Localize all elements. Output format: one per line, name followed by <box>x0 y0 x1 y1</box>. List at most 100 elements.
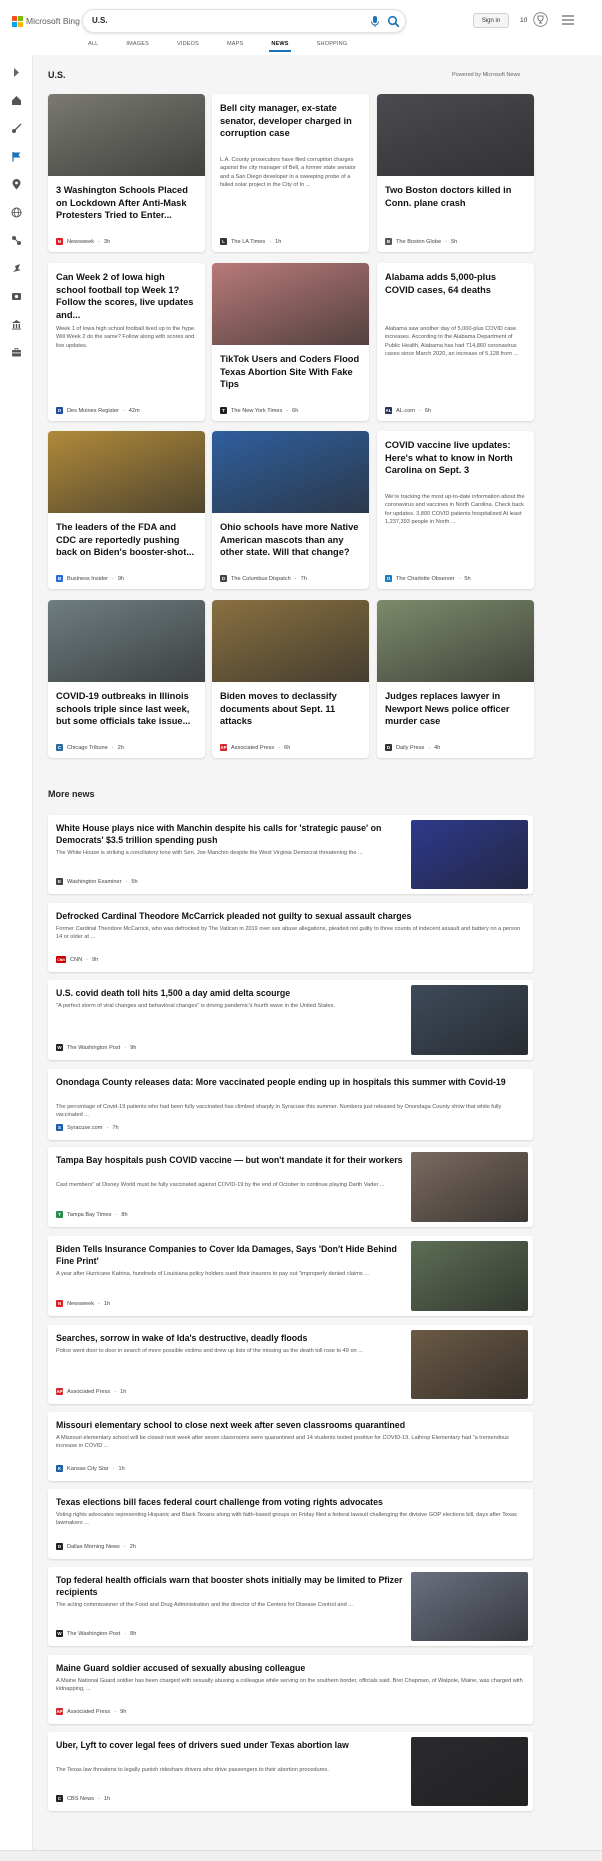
search-input[interactable]: U.S. <box>92 16 108 25</box>
news-item-title[interactable]: Missouri elementary school to close next… <box>56 1420 524 1432</box>
card-image[interactable] <box>377 94 534 176</box>
news-card[interactable]: Judges replaces lawyer in Newport News p… <box>377 600 534 758</box>
news-item-title[interactable]: Uber, Lyft to cover legal fees of driver… <box>56 1740 408 1752</box>
location-icon[interactable] <box>11 179 22 190</box>
card-headline[interactable]: Biden moves to declassify documents abou… <box>220 690 361 728</box>
card-headline[interactable]: 3 Washington Schools Placed on Lockdown … <box>56 184 197 222</box>
sign-in-button[interactable]: Sign in <box>473 13 509 28</box>
news-item-source[interactable]: AP Associated Press · 1h <box>56 1388 126 1395</box>
news-card[interactable]: COVID-19 outbreaks in Illinois schools t… <box>48 600 205 758</box>
card-image[interactable] <box>48 431 205 513</box>
news-item-title[interactable]: Maine Guard soldier accused of sexually … <box>56 1663 524 1675</box>
news-item-title[interactable]: Top federal health officials warn that b… <box>56 1575 408 1599</box>
card-source[interactable]: L The LA Times · 1h <box>220 238 281 245</box>
news-list-item[interactable]: Texas elections bill faces federal court… <box>48 1489 533 1559</box>
news-item-source[interactable]: T Tampa Bay Times · 8h <box>56 1211 128 1218</box>
science-icon[interactable] <box>11 235 22 246</box>
card-image[interactable] <box>212 600 369 682</box>
news-item-title[interactable]: Defrocked Cardinal Theodore McCarrick pl… <box>56 911 524 923</box>
news-item-source[interactable]: E Washington Examiner · 5h <box>56 878 138 885</box>
news-item-title[interactable]: Searches, sorrow in wake of Ida's destru… <box>56 1333 408 1345</box>
hamburger-menu-icon[interactable] <box>562 15 574 25</box>
card-image[interactable] <box>212 431 369 513</box>
card-source[interactable]: B The Boston Globe · 5h <box>385 238 457 245</box>
rewards-count[interactable]: 10 <box>520 17 527 24</box>
card-headline[interactable]: COVID vaccine live updates: Here's what … <box>385 439 526 477</box>
card-source[interactable]: T The New York Times · 6h <box>220 407 298 414</box>
news-list-item[interactable]: Top federal health officials warn that b… <box>48 1567 533 1646</box>
news-list-item[interactable]: Missouri elementary school to close next… <box>48 1412 533 1481</box>
news-item-image[interactable] <box>411 1330 528 1399</box>
search-icon[interactable] <box>387 15 400 28</box>
card-source[interactable]: D The Columbus Dispatch · 7h <box>220 575 307 582</box>
card-source[interactable]: B Business Insider · 9h <box>56 575 124 582</box>
business-icon[interactable] <box>11 347 22 358</box>
scope-videos[interactable]: VIDEOS <box>177 41 199 53</box>
news-item-title[interactable]: Tampa Bay hospitals push COVID vaccine —… <box>56 1155 408 1167</box>
card-source[interactable]: AL AL.com · 6h <box>385 407 431 414</box>
card-headline[interactable]: Alabama adds 5,000-plus COVID cases, 64 … <box>385 271 526 296</box>
news-item-image[interactable] <box>411 1572 528 1641</box>
news-item-source[interactable]: S Syracuse.com · 7h <box>56 1124 119 1131</box>
news-item-image[interactable] <box>411 985 528 1055</box>
sports-icon[interactable] <box>11 123 22 134</box>
card-source[interactable]: N Newsweek · 3h <box>56 238 110 245</box>
card-headline[interactable]: Two Boston doctors killed in Conn. plane… <box>385 184 526 209</box>
news-list-item[interactable]: Maine Guard soldier accused of sexually … <box>48 1655 533 1724</box>
news-item-title[interactable]: White House plays nice with Manchin desp… <box>56 823 408 847</box>
news-card[interactable]: TikTok Users and Coders Flood Texas Abor… <box>212 263 369 421</box>
news-list-item[interactable]: Searches, sorrow in wake of Ida's destru… <box>48 1325 533 1404</box>
scope-images[interactable]: IMAGES <box>126 41 149 53</box>
news-card[interactable]: Bell city manager, ex-state senator, dev… <box>212 94 369 252</box>
technology-icon[interactable] <box>11 263 22 274</box>
world-icon[interactable] <box>11 207 22 218</box>
microphone-icon[interactable] <box>369 15 381 28</box>
news-list-item[interactable]: Uber, Lyft to cover legal fees of driver… <box>48 1732 533 1811</box>
news-item-source[interactable]: CNN CNN · 9h <box>56 956 98 963</box>
card-headline[interactable]: Judges replaces lawyer in Newport News p… <box>385 690 526 728</box>
news-item-image[interactable] <box>411 1241 528 1311</box>
flag-icon[interactable] <box>11 151 22 162</box>
scope-news[interactable]: NEWS <box>269 41 292 53</box>
scope-maps[interactable]: MAPS <box>227 41 243 53</box>
home-icon[interactable] <box>11 95 22 106</box>
news-card[interactable]: Alabama adds 5,000-plus COVID cases, 64 … <box>377 263 534 421</box>
news-item-image[interactable] <box>411 1152 528 1222</box>
news-item-image[interactable] <box>411 1737 528 1806</box>
card-source[interactable]: O The Charlotte Observer · 5h <box>385 575 471 582</box>
news-card[interactable]: 3 Washington Schools Placed on Lockdown … <box>48 94 205 252</box>
news-list-item[interactable]: U.S. covid death toll hits 1,500 a day a… <box>48 980 533 1060</box>
card-headline[interactable]: TikTok Users and Coders Flood Texas Abor… <box>220 353 361 391</box>
card-source[interactable]: C Chicago Tribune · 2h <box>56 744 124 751</box>
card-source[interactable]: D Des Moines Register · 42m <box>56 407 140 414</box>
news-item-source[interactable]: K Kansas City Star · 1h <box>56 1465 125 1472</box>
scope-shopping[interactable]: SHOPPING <box>317 41 348 53</box>
card-headline[interactable]: Can Week 2 of Iowa high school football … <box>56 271 197 321</box>
news-item-title[interactable]: U.S. covid death toll hits 1,500 a day a… <box>56 988 408 1000</box>
card-image[interactable] <box>48 600 205 682</box>
card-headline[interactable]: The leaders of the FDA and CDC are repor… <box>56 521 197 559</box>
card-image[interactable] <box>48 94 205 176</box>
entertainment-icon[interactable] <box>11 291 22 302</box>
microsoft-bing-logo[interactable]: Microsoft Bing <box>12 14 80 28</box>
news-item-source[interactable]: W The Washington Post · 9h <box>56 1044 136 1051</box>
news-card[interactable]: COVID vaccine live updates: Here's what … <box>377 431 534 589</box>
news-card[interactable]: Two Boston doctors killed in Conn. plane… <box>377 94 534 252</box>
card-headline[interactable]: COVID-19 outbreaks in Illinois schools t… <box>56 690 197 728</box>
news-item-title[interactable]: Biden Tells Insurance Companies to Cover… <box>56 1244 408 1268</box>
expand-icon[interactable] <box>11 67 22 78</box>
rewards-trophy-icon[interactable] <box>533 12 548 27</box>
politics-icon[interactable] <box>11 319 22 330</box>
card-source[interactable]: AP Associated Press · 6h <box>220 744 290 751</box>
news-item-title[interactable]: Onondaga County releases data: More vacc… <box>56 1077 524 1089</box>
scope-all[interactable]: ALL <box>88 41 98 53</box>
news-item-source[interactable]: W The Washington Post · 8h <box>56 1630 136 1637</box>
card-headline[interactable]: Bell city manager, ex-state senator, dev… <box>220 102 361 140</box>
card-headline[interactable]: Ohio schools have more Native American m… <box>220 521 361 559</box>
news-card[interactable]: Can Week 2 of Iowa high school football … <box>48 263 205 421</box>
news-item-title[interactable]: Texas elections bill faces federal court… <box>56 1497 524 1509</box>
card-source[interactable]: D Daily Press · 4h <box>385 744 440 751</box>
news-item-source[interactable]: D Dallas Morning News · 2h <box>56 1543 136 1550</box>
news-list-item[interactable]: Tampa Bay hospitals push COVID vaccine —… <box>48 1147 533 1227</box>
news-card[interactable]: Biden moves to declassify documents abou… <box>212 600 369 758</box>
